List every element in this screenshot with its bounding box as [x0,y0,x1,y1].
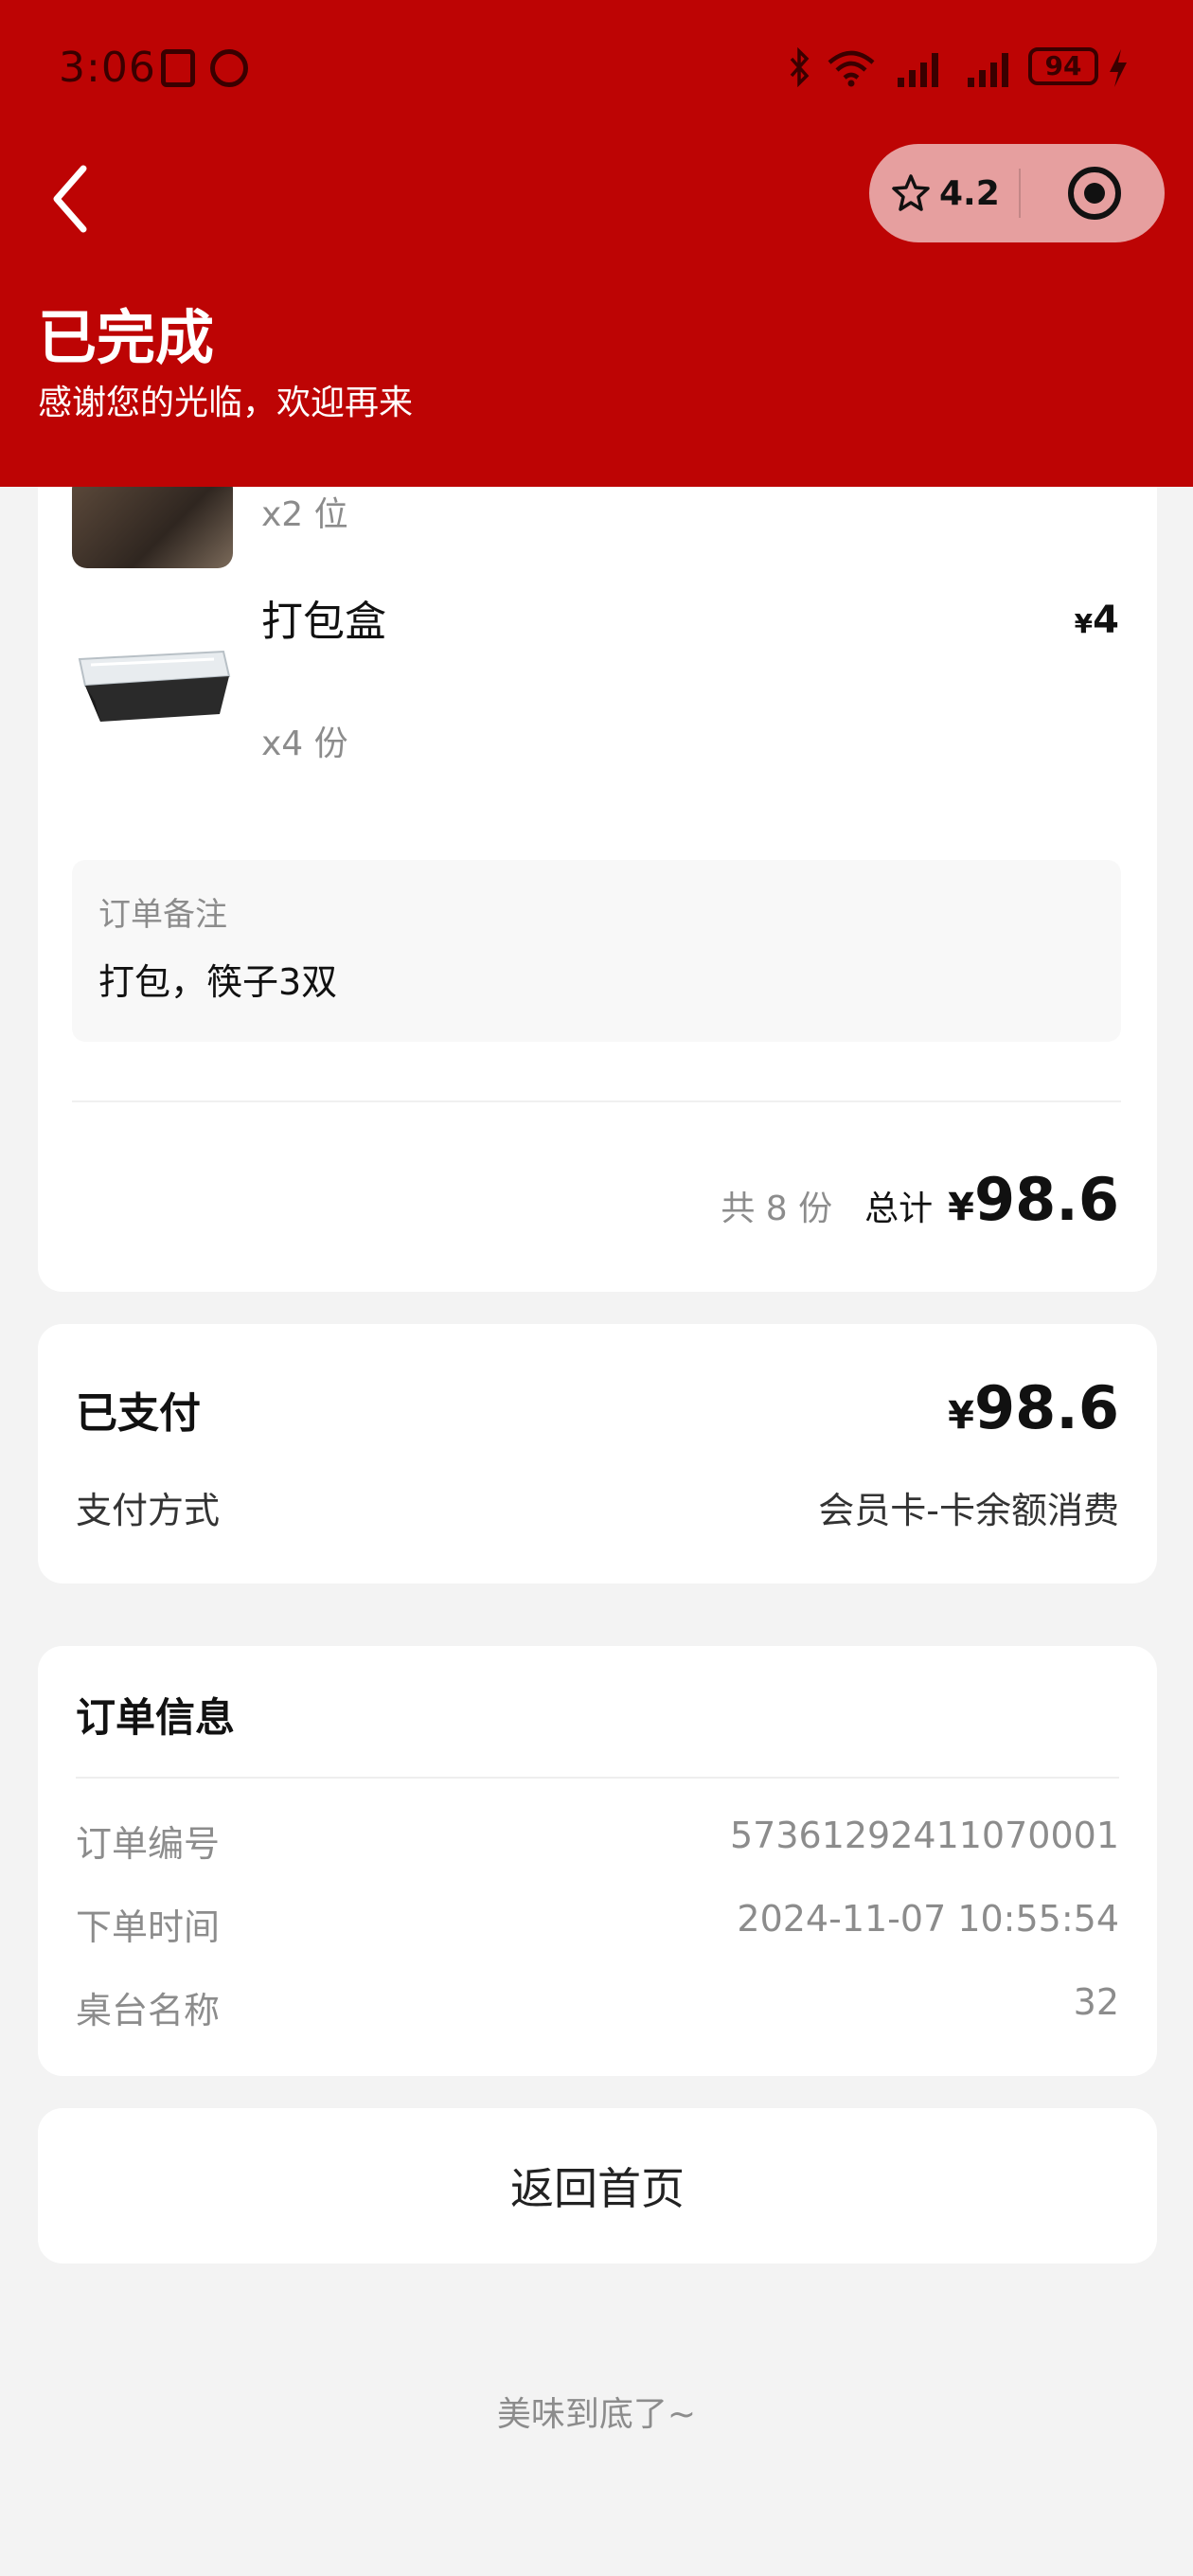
total-label: 总计 [864,1190,934,1228]
table-name-label: 桌台名称 [76,1990,221,2031]
table-name-row: 桌台名称 32 [76,1981,1119,2031]
order-number-row: 订单编号 57361292411070001 [76,1815,1119,1865]
order-note-box: 订单备注 打包，筷子3双 [72,860,1121,1042]
mini-program-capsule: 4.2 [869,144,1165,242]
wifi-icon [828,50,875,87]
item-name: 打包盒 [261,598,386,646]
close-target-icon[interactable] [1066,165,1123,222]
order-time-value: 2024-11-07 10:55:54 [737,1898,1119,1940]
rating-button[interactable]: 4.2 [890,144,1000,242]
rating-value: 4.2 [939,173,1000,213]
alarm-icon [210,49,248,87]
page-title: 已完成 [38,303,215,372]
total-currency: ¥ [948,1186,975,1229]
charging-bolt-icon [1110,49,1127,87]
star-icon [892,174,930,211]
bluetooth-icon [790,47,810,87]
order-info-card: 订单信息 订单编号 57361292411070001 下单时间 2024-11… [38,1646,1157,2076]
nfc-icon [161,49,195,87]
order-info-title: 订单信息 [76,1694,236,1741]
status-bar: 3:06 94 [59,42,1138,95]
paid-amount: ¥98.6 [948,1373,1119,1442]
order-items-card: x2 位 打包盒 ¥4 x4 份 订单备注 打包，筷子3双 共 8 份 总计 ¥… [38,417,1157,1292]
paid-value: 98.6 [974,1373,1119,1442]
back-to-home-button[interactable]: 返回首页 [38,2108,1157,2263]
item-price-currency: ¥ [1074,608,1094,639]
signal-icon [898,53,938,87]
paid-label: 已支付 [76,1389,201,1438]
item-quantity: x2 位 [261,495,348,534]
battery-indicator: 94 [1028,47,1098,85]
takeout-box-image [72,602,233,763]
divider [72,1100,1121,1102]
page-subtitle: 感谢您的光临，欢迎再来 [38,384,414,422]
order-number-value[interactable]: 57361292411070001 [730,1815,1119,1856]
back-arrow-icon[interactable] [47,161,100,237]
note-label: 订单备注 [98,896,227,934]
order-time-row: 下单时间 2024-11-07 10:55:54 [76,1898,1119,1948]
home-button-card: 返回首页 [38,2108,1157,2263]
paid-currency: ¥ [948,1394,975,1438]
payment-method-value: 会员卡-卡余额消费 [818,1490,1119,1531]
header: 3:06 94 4.2 已完成 感谢您的光临，欢迎再来 [0,0,1193,487]
item-quantity: x4 份 [261,724,348,763]
item-count: 共 8 份 [721,1190,833,1228]
divider [76,1777,1119,1779]
end-of-list-text: 美味到底了~ [496,2395,697,2434]
capsule-divider [1019,169,1021,218]
table-name-value: 32 [1073,1981,1119,2023]
note-text: 打包，筷子3双 [98,961,338,1003]
order-number-label: 订单编号 [76,1823,221,1865]
signal-icon-2 [968,53,1008,87]
order-time-label: 下单时间 [76,1906,221,1948]
status-time: 3:06 [59,44,156,92]
order-total-row: 共 8 份 总计 ¥ 98.6 [721,1165,1119,1250]
item-image [72,474,233,568]
item-price-value: 4 [1093,599,1119,642]
item-price: ¥4 [1075,599,1119,642]
total-amount: 98.6 [974,1165,1119,1234]
payment-card: 已支付 ¥98.6 支付方式 会员卡-卡余额消费 [38,1324,1157,1583]
payment-method-label: 支付方式 [76,1490,221,1531]
